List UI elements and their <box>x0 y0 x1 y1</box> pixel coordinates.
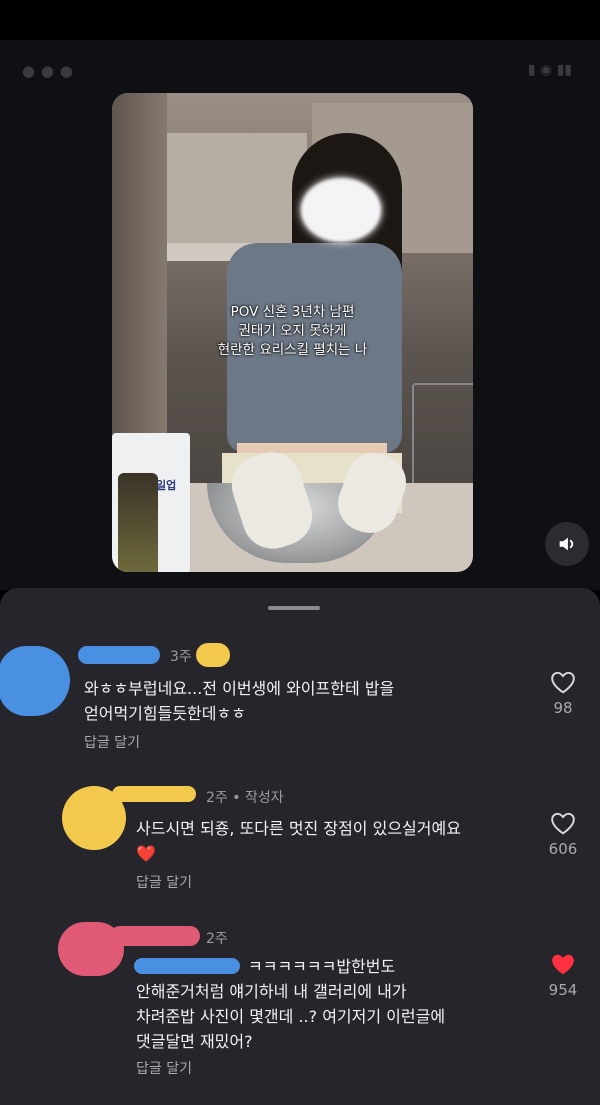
heart-outline-icon <box>551 671 575 694</box>
reply-button[interactable]: 답글 달기 <box>136 1058 192 1078</box>
sound-toggle-button[interactable] <box>545 522 589 566</box>
caption-line: POV 신혼 3년차 남편 <box>230 304 355 320</box>
like-button[interactable]: 98 <box>538 670 588 717</box>
comment-time-value: 2주 <box>206 790 228 806</box>
author-tag: 작성자 <box>244 790 284 806</box>
comment-line: 사드시면 되죵, 또다른 멋진 장점이 있으실거예요 <box>136 819 461 838</box>
comment-text: 사드시면 되죵, 또다른 멋진 장점이 있으실거예요 ❤️ <box>136 816 461 866</box>
comment-line: 안해준거처럼 얘기하네 내 갤러리에 내가 <box>136 982 407 1001</box>
like-button[interactable]: 606 <box>538 811 588 858</box>
redacted-username <box>78 646 160 664</box>
caption-line: 권태기 오지 못하게 <box>238 323 347 339</box>
like-button[interactable]: 954 <box>538 952 588 999</box>
status-bar: ● ● ● ▮ ◉ ▮▮ <box>0 50 600 90</box>
kitchen-cabinet <box>167 133 307 247</box>
comment-line: 얻어먹기힘들듯한데ㅎㅎ <box>84 704 246 723</box>
video-caption: POV 신혼 3년차 남편 권태기 오지 못하게 현란한 요리스킬 펼치는 나 <box>112 303 473 360</box>
comment-line: 댓글달면 재밌어? <box>136 1032 253 1051</box>
top-black-band <box>0 0 600 40</box>
comment-time: 2주 • 작성자 <box>206 790 284 806</box>
comment-line: 차려준밥 사진이 몇갠데 ..? 여기저기 이런글에 <box>136 1007 446 1026</box>
drag-handle[interactable] <box>268 606 320 610</box>
like-count: 954 <box>548 981 578 999</box>
redacted-username <box>112 786 196 802</box>
redacted-avatar <box>0 646 70 716</box>
comment-line-text: ㅋㅋㅋㅋㅋㅋ밥한번도 <box>248 957 396 976</box>
heart-outline-icon <box>551 812 575 835</box>
reply-button[interactable]: 답글 달기 <box>84 732 140 752</box>
like-count: 606 <box>548 840 578 858</box>
redacted-badge <box>196 643 230 667</box>
like-count: 98 <box>553 699 573 717</box>
face-blur <box>301 178 381 242</box>
caption-line: 현란한 요리스킬 펼치는 나 <box>217 342 368 358</box>
comment-time: 3주 <box>170 649 192 665</box>
comment-line: ㅋㅋㅋㅋㅋㅋ밥한번도 <box>136 954 445 979</box>
comments-sheet: 3주 와ㅎㅎ부럽네요...전 이번생에 와이프한테 밥을 얻어먹기힘들듯한데ㅎㅎ… <box>0 588 600 1105</box>
comment-text: ㅋㅋㅋㅋㅋㅋ밥한번도 안해준거처럼 얘기하네 내 갤러리에 내가 차려준밥 사진… <box>136 954 445 1054</box>
status-time: ● ● ● <box>22 62 74 80</box>
video-player[interactable]: 일업 POV 신혼 3년차 남편 권태기 오지 못하게 현란한 요리스킬 펼치는… <box>112 93 473 572</box>
redacted-username <box>110 926 200 946</box>
comment-line: 와ㅎㅎ부럽네요...전 이번생에 와이프한테 밥을 <box>84 679 395 698</box>
comment-text: 와ㅎㅎ부럽네요...전 이번생에 와이프한테 밥을 얻어먹기힘들듯한데ㅎㅎ <box>84 676 394 726</box>
heart-emoji: ❤️ <box>136 844 156 863</box>
flour-bag-label: 일업 <box>156 479 177 492</box>
reply-button[interactable]: 답글 달기 <box>136 872 192 892</box>
speaker-icon <box>559 537 574 551</box>
status-icons: ▮ ◉ ▮▮ <box>527 62 572 78</box>
oil-bottle <box>118 473 158 572</box>
comment-time: 2주 <box>206 931 228 947</box>
dish-rack <box>412 383 473 487</box>
heart-filled-icon <box>552 954 574 975</box>
